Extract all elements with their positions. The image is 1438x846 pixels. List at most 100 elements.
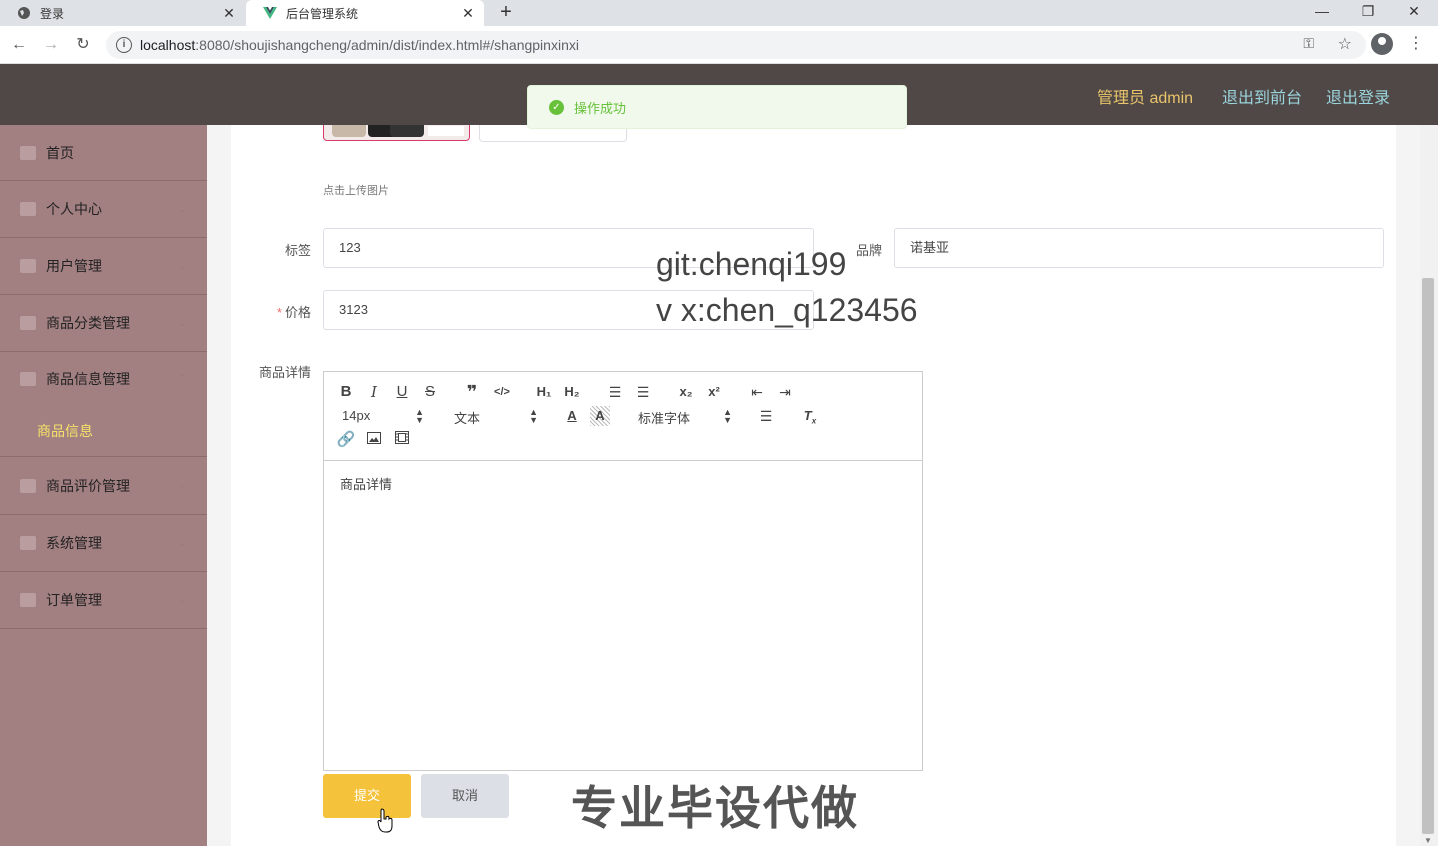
url-field[interactable]: i localhost:8080/shoujishangcheng/admin/… xyxy=(106,31,1366,59)
sidebar-item-label: 订单管理 xyxy=(46,592,102,608)
forward-icon[interactable]: → xyxy=(38,32,64,58)
ordered-list-icon[interactable]: ☰ xyxy=(605,382,625,402)
sidebar: 首页 个人中心 ⌄ 用户管理 ⌄ 商品分类管理 ⌄ 商品信息管理 ⌃ 商品信息 … xyxy=(0,125,207,846)
align-icon[interactable]: ☰ xyxy=(756,406,776,426)
back-icon[interactable]: ← xyxy=(6,32,32,58)
scroll-down-arrow-icon[interactable]: ▼ xyxy=(1424,836,1432,845)
browser-tab-admin[interactable]: 后台管理系统 ✕ xyxy=(246,0,484,26)
indent-icon[interactable]: ⇥ xyxy=(775,382,795,402)
sidebar-item-label: 商品信息管理 xyxy=(46,370,130,387)
link-icon[interactable]: 🔗 xyxy=(336,430,356,450)
sidebar-item-reviews[interactable]: 商品评价管理 ⌄ xyxy=(0,458,207,515)
sidebar-item-system[interactable]: 系统管理 ⌄ xyxy=(0,515,207,572)
font-family-select[interactable]: 标准字体 ▲ ▼ xyxy=(638,407,732,427)
folder-icon xyxy=(20,371,36,386)
chevron-down-icon: ⌄ xyxy=(178,260,187,272)
submit-button[interactable]: 提交 xyxy=(323,774,411,818)
select-arrows-icon: ▲ ▼ xyxy=(415,407,424,425)
background-color-icon[interactable]: A xyxy=(590,406,610,426)
image-icon[interactable] xyxy=(364,430,384,450)
current-user: 管理员 admin xyxy=(1097,90,1194,107)
bold-icon[interactable]: B xyxy=(336,382,356,402)
cancel-button[interactable]: 取消 xyxy=(421,774,509,818)
restore-icon[interactable]: ❐ xyxy=(1345,0,1391,26)
editor-toolbar: B I U S ❞ </> H₁ H₂ ☰ ☰ x₂ x² ⇤ ⇥ 14px ▲ ▼… xyxy=(324,372,922,461)
minimize-icon[interactable]: — xyxy=(1299,0,1345,26)
brand-input[interactable]: 诺基亚 xyxy=(894,228,1384,268)
sidebar-item-home[interactable]: 首页 xyxy=(0,125,207,181)
sidebar-item-label: 个人中心 xyxy=(46,201,102,217)
home-icon xyxy=(20,145,36,160)
subscript-icon[interactable]: x₂ xyxy=(676,382,696,402)
detail-label: 商品详情 xyxy=(258,365,311,380)
uploaded-product-image[interactable] xyxy=(323,125,470,141)
user-icon xyxy=(20,202,36,216)
globe-icon xyxy=(16,5,32,21)
bullet-list-icon[interactable]: ☰ xyxy=(633,382,653,402)
font-size-select[interactable]: 14px ▲ ▼ xyxy=(342,407,424,425)
chevron-down-icon: ⌄ xyxy=(178,594,187,606)
outdent-icon[interactable]: ⇤ xyxy=(747,382,767,402)
watermark-text: git:chenqi199 xyxy=(656,246,847,282)
price-label: * 价格 xyxy=(276,305,311,320)
video-icon[interactable] xyxy=(392,430,412,450)
logout-link[interactable]: 退出登录 xyxy=(1326,84,1390,108)
chevron-down-icon: ⌄ xyxy=(178,203,187,215)
star-icon[interactable]: ☆ xyxy=(1338,34,1352,54)
sidebar-item-category[interactable]: 商品分类管理 ⌄ xyxy=(0,295,207,352)
reload-icon[interactable]: ↻ xyxy=(70,32,96,58)
url-text: localhost:8080/shoujishangcheng/admin/di… xyxy=(140,37,579,53)
profile-avatar-icon[interactable] xyxy=(1371,33,1393,55)
sidebar-item-orders[interactable]: 订单管理 ⌄ xyxy=(0,572,207,629)
sidebar-item-label: 首页 xyxy=(46,144,74,161)
chevron-up-icon: ⌃ xyxy=(178,373,187,384)
clear-format-icon[interactable]: Tx xyxy=(800,406,820,426)
info-icon[interactable]: i xyxy=(116,37,132,53)
power-icon xyxy=(20,593,36,607)
key-icon[interactable]: ⚿ xyxy=(1303,35,1314,52)
sidebar-item-users[interactable]: 用户管理 ⌄ xyxy=(0,238,207,295)
upload-tip: 点击上传图片 xyxy=(323,185,389,197)
close-window-icon[interactable]: ✕ xyxy=(1391,0,1437,26)
underline-icon[interactable]: U xyxy=(392,382,412,402)
menu-dots-icon[interactable]: ⋮ xyxy=(1408,32,1424,56)
blockquote-icon[interactable]: ❞ xyxy=(462,382,482,402)
sidebar-item-product-info[interactable]: 商品信息管理 ⌃ xyxy=(0,352,207,405)
sidebar-item-label: 用户管理 xyxy=(46,258,102,274)
success-toast: ✓ 操作成功 xyxy=(527,85,907,129)
watermark-text: 专业毕设代做 xyxy=(571,782,859,834)
header-select[interactable]: 文本 ▲ ▼ xyxy=(454,407,538,427)
close-icon[interactable]: ✕ xyxy=(458,5,478,22)
select-arrows-icon: ▲ ▼ xyxy=(723,407,732,425)
strike-icon[interactable]: S xyxy=(420,382,440,402)
chevron-down-icon: ⌄ xyxy=(178,317,187,329)
rich-text-editor[interactable]: B I U S ❞ </> H₁ H₂ ☰ ☰ x₂ x² ⇤ ⇥ 14px ▲ ▼… xyxy=(323,371,923,771)
scrollbar-thumb[interactable] xyxy=(1422,278,1434,834)
select-arrows-icon: ▲ ▼ xyxy=(529,407,538,425)
browser-tab-login[interactable]: 登录 ✕ xyxy=(0,0,245,26)
sidebar-item-personal[interactable]: 个人中心 ⌄ xyxy=(0,181,207,238)
superscript-icon[interactable]: x² xyxy=(704,382,724,402)
italic-icon[interactable]: I xyxy=(364,382,384,402)
font-color-icon[interactable]: A xyxy=(562,406,582,426)
copy-icon xyxy=(20,479,36,493)
close-icon[interactable]: ✕ xyxy=(219,5,239,22)
chevron-down-icon: ⌄ xyxy=(178,480,187,492)
header2-icon[interactable]: H₂ xyxy=(562,382,582,402)
toast-message: 操作成功 xyxy=(574,100,627,116)
exit-to-front-link[interactable]: 退出到前台 xyxy=(1222,84,1302,108)
new-tab-button[interactable]: + xyxy=(494,0,518,26)
sidebar-item-label: 商品评价管理 xyxy=(46,478,130,494)
grid-icon xyxy=(20,316,36,330)
code-block-icon[interactable]: </> xyxy=(492,382,512,402)
editor-content[interactable]: 商品详情 xyxy=(340,474,392,493)
sidebar-subitem-product-info[interactable]: 商品信息 xyxy=(0,405,207,457)
sidebar-subitem-label: 商品信息 xyxy=(37,422,93,439)
tab-title: 登录 xyxy=(40,6,65,21)
check-circle-icon: ✓ xyxy=(549,99,564,115)
vue-logo-icon xyxy=(262,5,278,21)
header1-icon[interactable]: H₁ xyxy=(534,382,554,402)
watermark-text: v x:chen_q123456 xyxy=(656,292,918,328)
brand-label: 品牌 xyxy=(855,243,882,258)
address-bar-row: ← → ↻ i localhost:8080/shoujishangcheng/… xyxy=(0,26,1438,64)
